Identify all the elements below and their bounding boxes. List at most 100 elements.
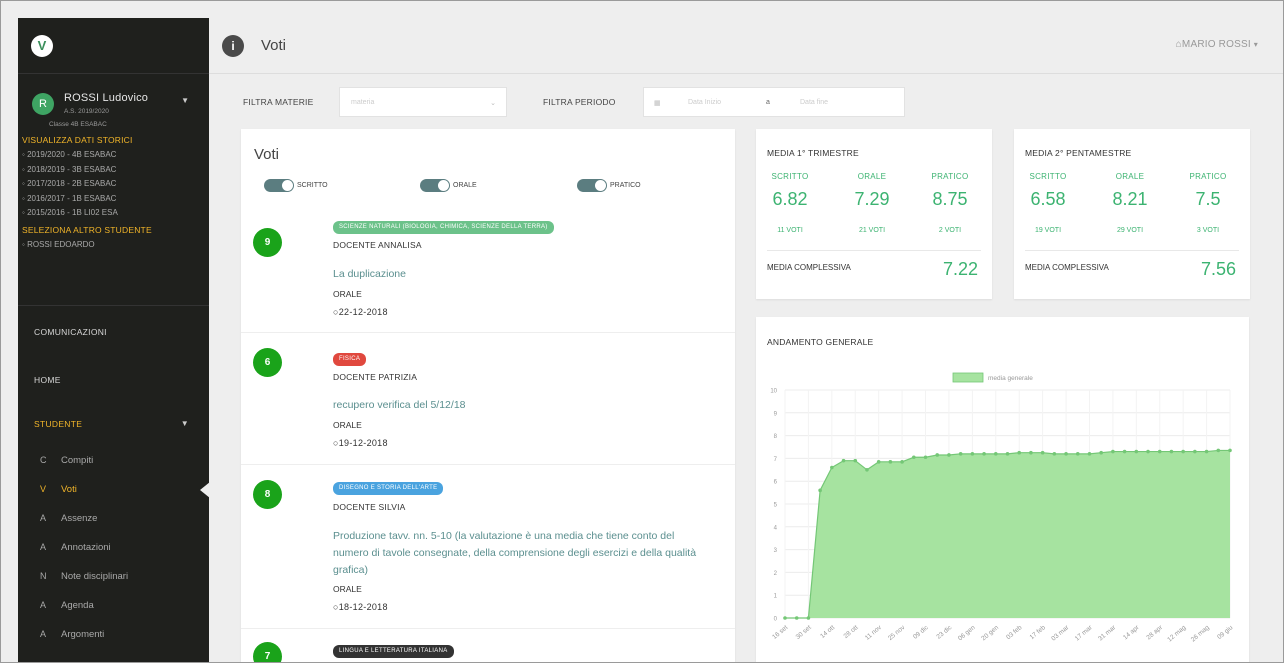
x-tick-label: 11 nov [864, 624, 884, 642]
media-col-count: 21 VOTI [858, 227, 886, 234]
toggle-switch[interactable] [264, 179, 294, 192]
media-title: MEDIA 1° TRIMESTRE [767, 148, 859, 158]
toggle-orale[interactable]: ORALE [420, 179, 477, 192]
sidebar-item-agenda[interactable]: A Agenda [18, 591, 209, 620]
x-tick-label: 14 apr [1122, 624, 1141, 642]
chevron-down-icon: ▼ [180, 419, 189, 428]
user-menu[interactable]: ⌂MARIO ROSSI ▾ [1176, 39, 1258, 50]
data-point [935, 453, 940, 457]
y-tick-label: 10 [770, 389, 777, 395]
data-point [1099, 450, 1103, 455]
x-tick-label: 12 mag [1166, 624, 1187, 644]
media-col-head: ORALE [857, 172, 887, 181]
media-col-count: 11 VOTI [777, 227, 803, 234]
x-tick-label: 17 feb [1029, 624, 1048, 641]
toggle-switch[interactable] [420, 179, 450, 192]
y-tick-label: 4 [774, 525, 778, 531]
y-tick-label: 1 [774, 594, 778, 600]
data-point [1204, 449, 1209, 454]
app-logo-icon[interactable]: V [31, 34, 53, 57]
sidebar-item-annotazioni[interactable]: A Annotazioni [18, 533, 209, 562]
sidebar-item-label: Agenda [61, 600, 94, 611]
media-trimestre-card: MEDIA 1° TRIMESTRE SCRITTO 6.82 11 VOTI … [756, 129, 992, 299]
data-point [1064, 452, 1068, 456]
toggle-switch[interactable] [577, 179, 607, 192]
media-col-value: 7.29 [854, 189, 890, 209]
user-menu-label: MARIO ROSSI [1181, 39, 1251, 50]
sidebar-item-argomenti[interactable]: A Argomenti [18, 620, 209, 649]
data-point [1075, 452, 1080, 456]
media-pentamestre-card: MEDIA 2° PENTAMESTRE SCRITTO 6.58 19 VOT… [1014, 129, 1250, 299]
sidebar-item-label: Argomenti [61, 629, 105, 640]
nav-comunicazioni[interactable]: COMUNICAZIONI [18, 306, 209, 358]
toggle-pratico[interactable]: PRATICO [577, 179, 641, 192]
andamento-chart: 0 1 2 3 4 5 6 7 8 9 10 16 set 30 set 14 ott 28 ott 11 n… [770, 372, 1235, 644]
history-item[interactable]: 2019/2020 - 4B ESABAC [22, 148, 209, 163]
range-separator: a [766, 99, 770, 106]
sidebar-item-voti[interactable]: V Voti [18, 475, 209, 504]
periodo-range: ▦ Data Inizio a Data fine [643, 87, 905, 117]
media-title: MEDIA 2° PENTAMESTRE [1025, 148, 1132, 158]
topbar: i Voti ⌂MARIO ROSSI ▾ [209, 18, 1283, 74]
media-col-scritto: SCRITTO 6.82 11 VOTI [760, 172, 820, 234]
history-title: VISUALIZZA DATI STORICI [22, 135, 133, 145]
grade-entry[interactable]: 8 DISEGNO E STORIA DELL'ARTE DOCENTE SIL… [241, 465, 735, 629]
data-point [958, 452, 963, 456]
chevron-down-icon: ▾ [1253, 40, 1258, 49]
sidebar-item-compiti[interactable]: C Compiti [18, 446, 209, 475]
media-col-count: 29 VOTI [1116, 227, 1144, 234]
sidebar-item-assenze[interactable]: A Assenze [18, 504, 209, 533]
materie-select[interactable]: materia ⌄ [339, 87, 507, 117]
start-date-input[interactable]: Data Inizio [688, 99, 721, 106]
end-date-input[interactable]: Data fine [800, 99, 828, 106]
data-point [993, 452, 998, 456]
grade-type: ORALE [333, 420, 362, 430]
materie-placeholder: materia [351, 99, 375, 106]
media-col-orale: ORALE 8.21 29 VOTI [1100, 172, 1160, 234]
chevron-down-icon: ⌄ [490, 100, 496, 107]
data-point [1146, 449, 1150, 454]
data-point [1228, 448, 1232, 453]
data-point [830, 465, 834, 470]
x-tick-label: 28 ott [843, 624, 860, 640]
other-student-list: ROSSI EDOARDO [18, 238, 209, 253]
nav-home[interactable]: HOME [18, 358, 209, 402]
other-student-item[interactable]: ROSSI EDOARDO [22, 238, 209, 253]
data-point [900, 460, 904, 464]
nav-studente[interactable]: STUDENTE ▼ [18, 402, 209, 446]
data-point [970, 452, 975, 456]
voti-title: Voti [254, 146, 280, 163]
x-tick-label: 28 apr [1145, 624, 1164, 642]
x-tick-label: 23 dic [935, 624, 953, 641]
data-point [947, 453, 951, 457]
teacher-name: DOCENTE ANNALISA [333, 240, 422, 250]
toggle-label: ORALE [453, 182, 477, 189]
media-overall-value: 7.22 [942, 259, 978, 279]
x-tick-label: 03 feb [1005, 624, 1024, 641]
grade-entry[interactable]: 6 FISICA DOCENTE PATRIZIA recupero verif… [241, 333, 735, 465]
data-point [888, 460, 893, 464]
sidebar-logo-area: V [18, 18, 209, 74]
history-item[interactable]: 2015/2016 - 1B LI02 ESA [22, 206, 209, 221]
data-point [853, 458, 858, 463]
history-list: 2019/2020 - 4B ESABAC 2018/2019 - 3B ESA… [18, 148, 209, 221]
grade-description: Produzione tavv. nn. 5-10 (la valutazion… [333, 530, 697, 576]
media-col-scritto: SCRITTO 6.58 19 VOTI [1018, 172, 1078, 234]
grade-entry[interactable]: 9 SCIENZE NATURALI (BIOLOGIA, CHIMICA, S… [241, 213, 735, 333]
x-tick-label: 16 set [771, 624, 789, 641]
grade-entry[interactable]: 7 LINGUA E LETTERATURA ITALIANA [241, 629, 735, 662]
data-point [1005, 452, 1010, 456]
voti-card: Voti SCRITTO ORALE PRATICO 9 SCIENZE NAT… [241, 129, 735, 662]
x-tick-label: 06 gen [957, 624, 977, 642]
subject-badge: FISICA [333, 353, 367, 366]
grade-date-text: 22-12-2018 [338, 307, 388, 317]
x-tick-label: 03 mar [1050, 624, 1071, 643]
nav-studente-label: STUDENTE [34, 419, 83, 429]
toggle-scritto[interactable]: SCRITTO [264, 179, 328, 192]
history-item[interactable]: 2016/2017 - 1B ESABAC [22, 192, 209, 207]
grade-badge: 9 [253, 228, 282, 257]
history-item[interactable]: 2018/2019 - 3B ESABAC [22, 163, 209, 178]
sidebar-item-note-disciplinari[interactable]: N Note disciplinari [18, 562, 209, 591]
chevron-down-icon[interactable]: ▼ [181, 96, 189, 105]
history-item[interactable]: 2017/2018 - 2B ESABAC [22, 177, 209, 192]
